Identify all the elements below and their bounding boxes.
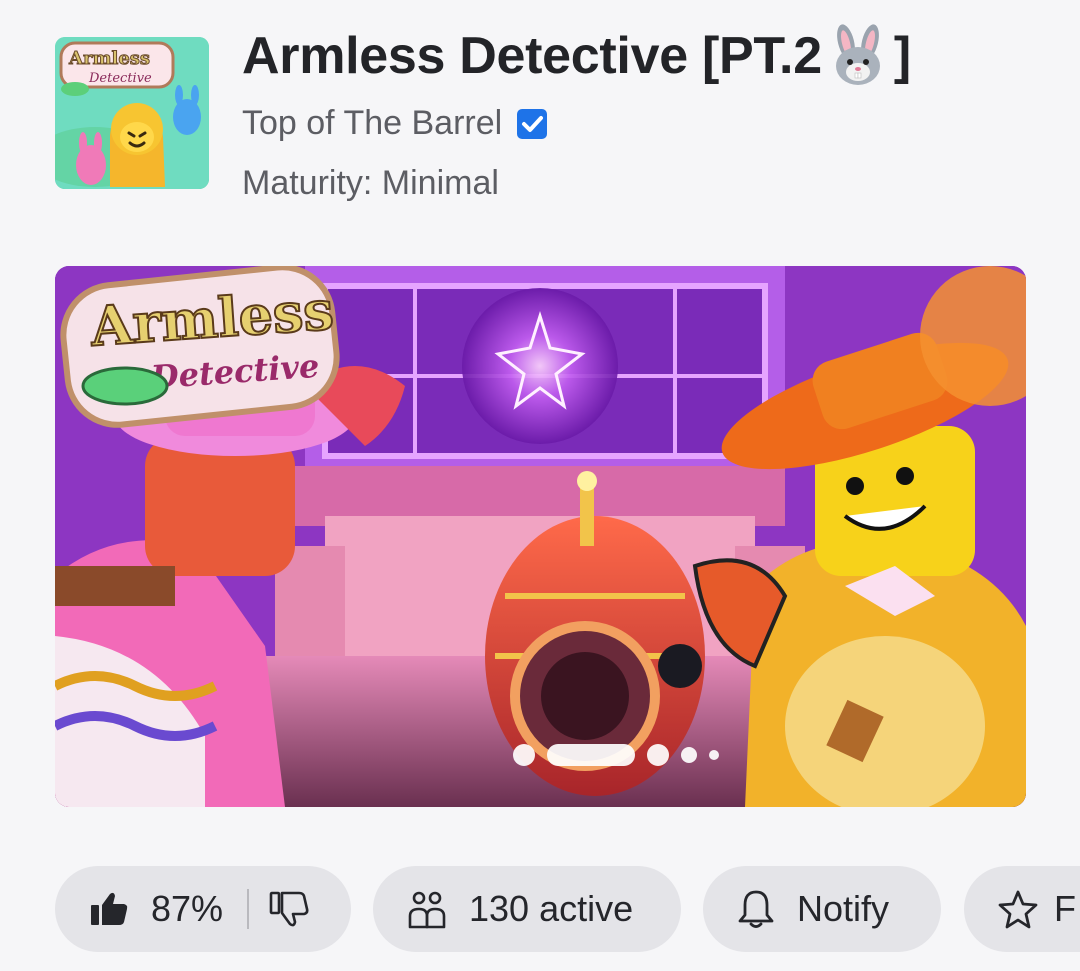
carousel-dot[interactable]	[646, 744, 669, 766]
hero-screenshot: Armless Detective	[55, 266, 1026, 807]
notify-button[interactable]: Notify	[703, 866, 941, 952]
carousel-dot[interactable]	[708, 750, 719, 760]
creator-name[interactable]: Top of The Barrel	[242, 104, 502, 143]
game-title-close-bracket: ]	[893, 27, 911, 85]
carousel-dot[interactable]	[680, 747, 697, 763]
bunny-face-emoji-icon	[835, 24, 880, 85]
thumbs-down-icon[interactable]	[269, 891, 309, 927]
favorite-button[interactable]: F	[964, 866, 1080, 952]
game-icon-thumbnail[interactable]: Armless Detective	[55, 37, 209, 189]
carousel-dot[interactable]	[512, 744, 535, 766]
game-details-page: Armless Detective Armless Detective [PT.…	[0, 0, 1080, 971]
action-bar: 87% 130 active Notify F	[55, 866, 1080, 954]
vote-divider	[247, 889, 250, 929]
star-icon	[998, 890, 1038, 929]
verified-check-icon	[517, 108, 548, 139]
vote-pill: 87%	[55, 866, 351, 952]
active-count-label: 130 active	[469, 888, 634, 929]
like-percentage: 87%	[151, 888, 224, 929]
icon-logo-line1: Armless	[68, 48, 150, 69]
active-players-pill[interactable]: 130 active	[373, 866, 681, 952]
game-icon-artwork: Armless Detective	[55, 37, 209, 189]
favorite-label: F	[1054, 888, 1076, 929]
creator-row[interactable]: Top of The Barrel	[242, 104, 550, 143]
carousel-pagination	[55, 744, 1026, 766]
media-carousel[interactable]: Armless Detective	[55, 266, 1026, 807]
people-icon	[408, 891, 446, 929]
thumbs-up-icon[interactable]	[89, 891, 129, 927]
game-title-text: Armless Detective [PT.2	[242, 27, 822, 85]
carousel-dot-active[interactable]	[546, 744, 635, 766]
game-title: Armless Detective [PT.2 ]	[242, 24, 911, 88]
notify-label: Notify	[797, 888, 890, 929]
icon-logo-line2: Detective	[88, 71, 152, 86]
maturity-rating: Maturity: Minimal	[242, 164, 499, 202]
bell-icon	[738, 890, 774, 928]
